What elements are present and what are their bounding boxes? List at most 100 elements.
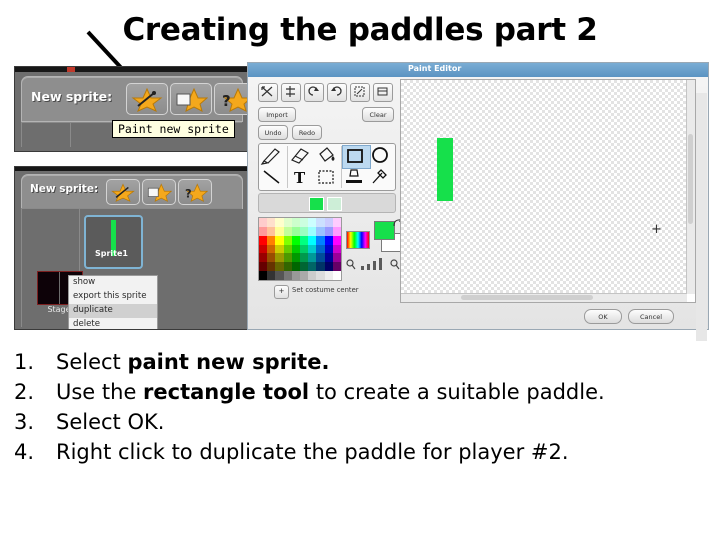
palette-swatch[interactable] (324, 235, 333, 245)
palette-swatch[interactable] (291, 253, 300, 263)
palette-swatch[interactable] (259, 226, 268, 236)
palette-swatch[interactable] (308, 253, 317, 263)
cancel-button[interactable]: Cancel (628, 309, 674, 324)
text-tool[interactable]: T (288, 167, 315, 189)
palette-swatch[interactable] (275, 262, 284, 272)
sprite1-thumbnail[interactable] (84, 215, 143, 269)
eraser-tool[interactable] (288, 145, 315, 167)
palette-swatch[interactable] (259, 235, 268, 245)
palette-swatch[interactable] (259, 271, 268, 280)
palette-swatch[interactable] (275, 218, 284, 227)
palette-swatch[interactable] (316, 226, 325, 236)
palette-swatch[interactable] (332, 253, 341, 263)
costume-center-icon[interactable]: + (274, 285, 289, 299)
palette-swatch[interactable] (291, 226, 300, 236)
palette-swatch[interactable] (324, 244, 333, 254)
palette-swatch[interactable] (267, 218, 276, 227)
palette-swatch[interactable] (316, 253, 325, 263)
palette-swatch[interactable] (316, 262, 325, 272)
color-palette[interactable] (258, 217, 342, 281)
context-menu-item-show[interactable]: show (69, 276, 157, 290)
palette-swatch[interactable] (308, 262, 317, 272)
random-new-sprite-button-2[interactable]: ? (178, 179, 212, 205)
palette-swatch[interactable] (332, 244, 341, 254)
choose-new-sprite-button[interactable] (170, 83, 212, 115)
vscroll-thumb[interactable] (688, 134, 693, 224)
paddle-shape[interactable] (437, 138, 453, 201)
palette-swatch[interactable] (316, 218, 325, 227)
paint-canvas[interactable]: + (400, 79, 696, 303)
palette-swatch[interactable] (283, 244, 292, 254)
palette-swatch[interactable] (259, 244, 268, 254)
palette-swatch[interactable] (291, 271, 300, 280)
palette-swatch[interactable] (275, 271, 284, 280)
palette-swatch[interactable] (267, 244, 276, 254)
choose-new-sprite-button-2[interactable] (142, 179, 176, 205)
palette-swatch[interactable] (324, 218, 333, 227)
paint-editor-titlebar[interactable] (248, 63, 708, 78)
context-menu-item-delete[interactable]: delete (69, 318, 157, 329)
zoom-in-icon[interactable] (390, 258, 400, 270)
zoom-level-control[interactable] (346, 256, 402, 270)
flip-vertical-button[interactable] (281, 83, 301, 102)
undo-button[interactable]: Undo (258, 125, 288, 140)
palette-swatch[interactable] (275, 253, 284, 263)
palette-swatch[interactable] (291, 262, 300, 272)
palette-swatch[interactable] (316, 271, 325, 280)
fill-color-swatch[interactable] (309, 197, 324, 211)
palette-swatch[interactable] (259, 253, 268, 263)
rotate-right-button[interactable] (327, 83, 347, 102)
palette-swatch[interactable] (283, 235, 292, 245)
palette-swatch[interactable] (291, 218, 300, 227)
palette-swatch[interactable] (299, 271, 309, 280)
flip-horizontal-button[interactable] (258, 83, 278, 102)
palette-swatch[interactable] (299, 262, 309, 272)
stamp-tool[interactable] (342, 167, 369, 189)
palette-swatch[interactable] (316, 244, 325, 254)
rainbow-gradient-swatch[interactable] (346, 231, 370, 249)
foreground-color-swatch[interactable] (374, 221, 395, 240)
palette-swatch[interactable] (283, 271, 292, 280)
rotate-left-button[interactable] (304, 83, 324, 102)
palette-swatch[interactable] (259, 262, 268, 272)
rectangle-tool[interactable] (342, 145, 371, 169)
grow-button[interactable] (350, 83, 370, 102)
palette-swatch[interactable] (259, 218, 268, 227)
paint-new-sprite-button-2[interactable] (106, 179, 140, 205)
fill-tool[interactable] (314, 145, 341, 167)
sprite-context-menu[interactable]: show export this sprite duplicate delete (68, 275, 158, 329)
context-menu-item-export[interactable]: export this sprite (69, 290, 157, 304)
palette-swatch[interactable] (291, 235, 300, 245)
palette-swatch[interactable] (283, 218, 292, 227)
import-button[interactable]: Import (258, 107, 296, 122)
set-costume-center-control[interactable]: + Set costume center (274, 285, 394, 299)
clear-button[interactable]: Clear (362, 107, 394, 122)
palette-swatch[interactable] (283, 253, 292, 263)
palette-swatch[interactable] (275, 235, 284, 245)
palette-swatch[interactable] (324, 271, 333, 280)
palette-swatch[interactable] (267, 226, 276, 236)
random-new-sprite-button[interactable]: ? (214, 83, 247, 115)
palette-swatch[interactable] (299, 218, 309, 227)
zoom-out-icon[interactable] (346, 258, 356, 270)
shrink-button[interactable] (373, 83, 393, 102)
hscroll-thumb[interactable] (461, 295, 593, 300)
select-tool[interactable] (314, 167, 341, 189)
palette-swatch[interactable] (332, 271, 341, 280)
palette-swatch[interactable] (308, 218, 317, 227)
palette-swatch[interactable] (299, 235, 309, 245)
palette-swatch[interactable] (332, 218, 341, 227)
palette-swatch[interactable] (308, 244, 317, 254)
palette-swatch[interactable] (275, 244, 284, 254)
ok-button[interactable]: OK (584, 309, 622, 324)
brush-tool[interactable] (260, 145, 287, 167)
redo-button[interactable]: Redo (292, 125, 322, 140)
palette-swatch[interactable] (275, 226, 284, 236)
palette-swatch[interactable] (267, 271, 276, 280)
canvas-vertical-scrollbar[interactable] (686, 80, 695, 294)
palette-swatch[interactable] (308, 235, 317, 245)
outline-color-swatch[interactable] (327, 197, 342, 211)
ellipse-tool[interactable] (368, 145, 395, 167)
line-tool[interactable] (260, 167, 287, 189)
palette-swatch[interactable] (324, 226, 333, 236)
